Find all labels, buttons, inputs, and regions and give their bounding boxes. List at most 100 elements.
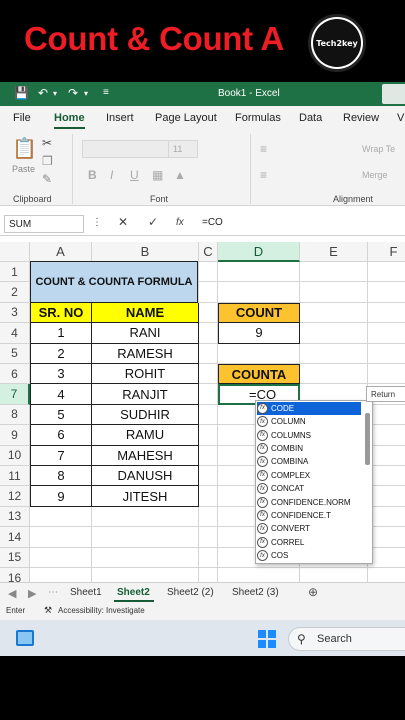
redo-icon[interactable]: ↷	[68, 86, 78, 100]
sr-no-cell[interactable]: 2	[30, 343, 92, 364]
row-header-8[interactable]: 8	[0, 404, 30, 426]
font-size-select[interactable]: 11	[168, 140, 198, 158]
row-header-4[interactable]: 4	[0, 323, 30, 344]
autocomplete-item[interactable]: fx COMBIN	[257, 442, 361, 455]
cell[interactable]	[300, 282, 368, 303]
copy-icon[interactable]: ❐	[42, 154, 53, 168]
accessibility-status[interactable]: Accessibility: Investigate	[58, 606, 145, 615]
undo-dropdown-icon[interactable]: ▾	[53, 89, 57, 98]
autocomplete-item[interactable]: fx CODE	[257, 401, 361, 415]
cell[interactable]	[199, 527, 218, 548]
sr-no-cell[interactable]: 4	[30, 384, 92, 405]
add-sheet-icon[interactable]: ⊕	[308, 585, 318, 599]
sr-no-cell[interactable]: 9	[30, 486, 92, 507]
name-cell[interactable]: RAMESH	[92, 343, 199, 364]
windows-start-icon[interactable]	[258, 630, 276, 648]
paste-label[interactable]: Paste	[12, 164, 35, 174]
row-header-1[interactable]: 1	[0, 262, 30, 283]
name-cell[interactable]: MAHESH	[92, 445, 199, 466]
bold-icon[interactable]: B	[88, 168, 97, 182]
borders-icon[interactable]: ▦	[152, 168, 163, 182]
row-header-15[interactable]: 15	[0, 547, 30, 568]
cut-icon[interactable]: ✂	[42, 136, 52, 150]
cell[interactable]	[199, 302, 218, 324]
cell[interactable]	[368, 425, 405, 446]
tab-insert[interactable]: Insert	[106, 112, 134, 124]
tab-page-layout[interactable]: Page Layout	[155, 112, 217, 124]
column-header-c[interactable]: C	[199, 242, 218, 262]
row-header-6[interactable]: 6	[0, 364, 30, 385]
cell[interactable]	[368, 486, 405, 507]
cell[interactable]	[368, 466, 405, 487]
name-cell[interactable]: RAMU	[92, 425, 199, 446]
row-header-9[interactable]: 9	[0, 425, 30, 446]
cell[interactable]	[368, 364, 405, 385]
row-header-10[interactable]: 10	[0, 445, 30, 466]
row-header-14[interactable]: 14	[0, 527, 30, 548]
cell[interactable]	[368, 262, 405, 283]
cell[interactable]	[30, 547, 92, 568]
cell[interactable]	[199, 466, 218, 487]
name-cell[interactable]: JITESH	[92, 486, 199, 507]
select-all-corner[interactable]	[0, 242, 30, 262]
cell[interactable]	[300, 302, 368, 324]
cell[interactable]	[368, 344, 405, 364]
cell[interactable]	[92, 506, 199, 528]
sr-no-cell[interactable]: 6	[30, 425, 92, 446]
autocomplete-item[interactable]: fx COS	[257, 549, 361, 562]
autocomplete-item[interactable]: fx CONFIDENCE.T	[257, 509, 361, 522]
cell[interactable]	[199, 364, 218, 385]
cell[interactable]	[199, 282, 218, 303]
cell[interactable]	[30, 527, 92, 548]
autocomplete-item[interactable]: fx COMBINA	[257, 455, 361, 468]
tab-formulas[interactable]: Formulas	[235, 112, 281, 124]
cell[interactable]	[300, 323, 368, 344]
cell[interactable]	[300, 262, 368, 283]
autocomplete-item[interactable]: fx CORREL	[257, 536, 361, 549]
name-cell[interactable]: SUDHIR	[92, 404, 199, 426]
cell[interactable]	[300, 364, 368, 385]
cell[interactable]	[368, 527, 405, 548]
undo-icon[interactable]: ↶	[38, 86, 48, 100]
formula-input[interactable]: =CO	[202, 217, 223, 228]
sr-no-cell[interactable]: 5	[30, 404, 92, 426]
cell[interactable]	[368, 405, 405, 426]
autocomplete-item[interactable]: fx COMPLEX	[257, 469, 361, 482]
column-header-f[interactable]: F	[368, 242, 405, 262]
save-icon[interactable]: 💾	[14, 86, 29, 100]
cancel-icon[interactable]: ✕	[118, 215, 128, 229]
cell[interactable]	[199, 547, 218, 568]
autocomplete-scrollbar[interactable]	[365, 412, 370, 465]
sheet-title-cell[interactable]: COUNT & COUNTA FORMULA	[30, 261, 198, 303]
cell[interactable]	[199, 262, 218, 283]
search-box-titlebar[interactable]	[382, 84, 405, 104]
merge-center-button[interactable]: Merge	[362, 170, 388, 180]
column-header-a[interactable]: A	[30, 242, 92, 262]
name-cell[interactable]: ROHIT	[92, 364, 199, 385]
more-sheets-icon[interactable]: ⋯	[48, 587, 58, 598]
sheet-tab-3[interactable]: Sheet2 (2)	[167, 587, 214, 598]
redo-dropdown-icon[interactable]: ▾	[84, 89, 88, 98]
autocomplete-item[interactable]: fx CONFIDENCE.NORM	[257, 496, 361, 509]
cell[interactable]	[368, 507, 405, 528]
column-header-d[interactable]: D	[218, 242, 300, 262]
widgets-icon[interactable]	[16, 630, 34, 646]
row-header-3[interactable]: 3	[0, 302, 30, 324]
sheet-tab-4[interactable]: Sheet2 (3)	[232, 587, 279, 598]
cell[interactable]	[199, 486, 218, 507]
row-header-2[interactable]: 2	[0, 282, 30, 303]
tab-data[interactable]: Data	[299, 112, 322, 124]
sheet-tab-1[interactable]: Sheet1	[70, 587, 102, 598]
cell[interactable]	[199, 445, 218, 466]
sr-no-cell[interactable]: 7	[30, 445, 92, 466]
cell[interactable]	[300, 343, 368, 364]
cell[interactable]	[218, 343, 300, 364]
name-cell[interactable]: RANJIT	[92, 384, 199, 405]
cell[interactable]	[218, 282, 300, 303]
align-left-icon[interactable]: ≡	[260, 168, 267, 182]
header-sr-no[interactable]: SR. NO	[30, 302, 92, 324]
fill-color-icon[interactable]: ▲	[174, 168, 186, 182]
cell[interactable]	[92, 527, 199, 548]
cell[interactable]	[30, 506, 92, 528]
autocomplete-item[interactable]: fx COLUMN	[257, 415, 361, 428]
